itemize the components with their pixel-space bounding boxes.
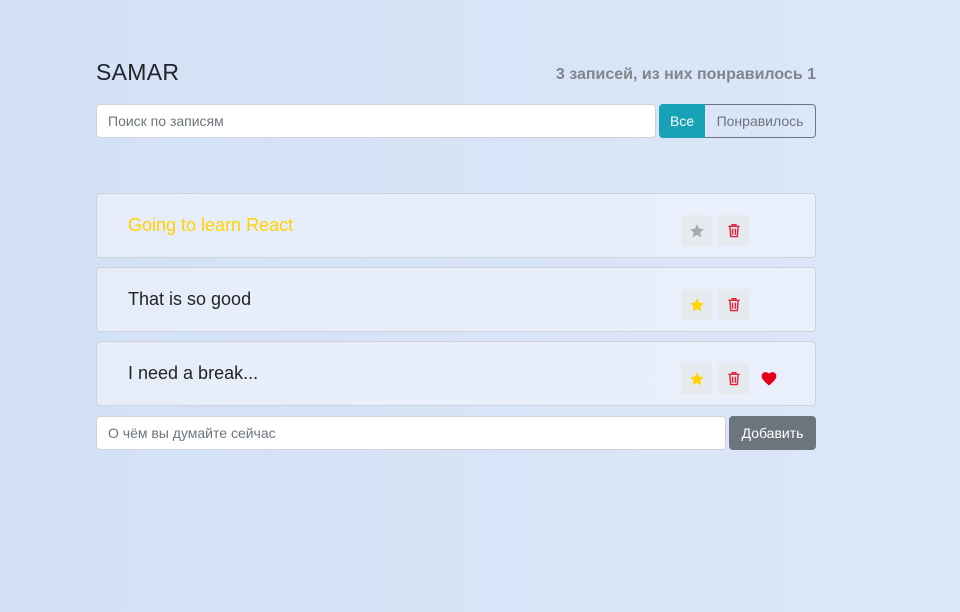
star-icon xyxy=(689,371,705,387)
post-actions xyxy=(681,363,777,394)
post-label[interactable]: I need a break... xyxy=(128,363,258,384)
post-actions xyxy=(681,215,755,246)
search-input[interactable] xyxy=(96,104,656,138)
star-button[interactable] xyxy=(681,215,712,246)
delete-button[interactable] xyxy=(718,363,749,394)
post-status-filter: Все Понравилось xyxy=(659,104,816,138)
trash-icon xyxy=(727,297,741,312)
star-button[interactable] xyxy=(681,289,712,320)
post-add-form: Добавить xyxy=(96,416,816,450)
list-item: I need a break... xyxy=(96,341,816,406)
trash-icon xyxy=(727,371,741,386)
delete-button[interactable] xyxy=(718,215,749,246)
add-post-button[interactable]: Добавить xyxy=(729,416,816,450)
delete-button[interactable] xyxy=(718,289,749,320)
filter-all-button[interactable]: Все xyxy=(659,104,705,138)
post-label[interactable]: That is so good xyxy=(128,289,251,310)
app-container: SAMAR 3 записей, из них понравилось 1 Вс… xyxy=(96,56,816,450)
post-actions xyxy=(681,289,755,320)
star-icon xyxy=(689,297,705,313)
post-label[interactable]: Going to learn React xyxy=(128,215,293,236)
filter-liked-button[interactable]: Понравилось xyxy=(705,104,816,138)
app-header: SAMAR 3 записей, из них понравилось 1 xyxy=(96,56,816,86)
heart-icon xyxy=(761,371,777,386)
app-title: SAMAR xyxy=(96,59,180,85)
post-stats: 3 записей, из них понравилось 1 xyxy=(555,66,816,83)
trash-icon xyxy=(727,223,741,238)
list-item: That is so good xyxy=(96,267,816,332)
post-list: Going to learn React That is so good I n… xyxy=(96,193,816,406)
star-button[interactable] xyxy=(681,363,712,394)
star-icon xyxy=(689,223,705,239)
list-item: Going to learn React xyxy=(96,193,816,258)
new-post-input[interactable] xyxy=(96,416,726,450)
search-panel: Все Понравилось xyxy=(96,104,816,138)
